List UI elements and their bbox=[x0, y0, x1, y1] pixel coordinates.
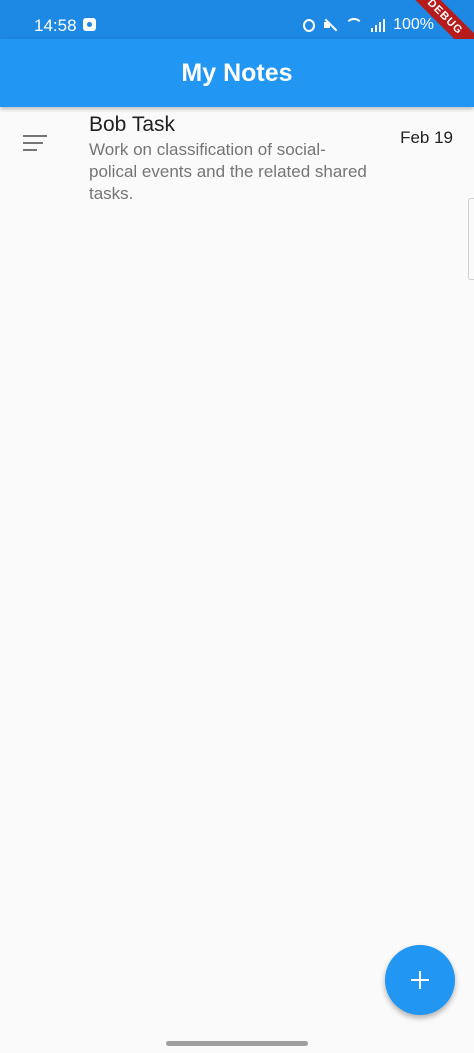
app-bar: My Notes bbox=[0, 39, 474, 107]
wifi-icon bbox=[345, 18, 364, 32]
home-indicator[interactable] bbox=[166, 1041, 308, 1046]
status-time: 14:58 bbox=[34, 16, 77, 35]
page-title: My Notes bbox=[181, 58, 293, 87]
battery-level: 100% bbox=[393, 16, 434, 33]
scrollbar[interactable] bbox=[468, 198, 474, 280]
add-note-button[interactable] bbox=[385, 945, 455, 1015]
status-bar: 14:58 100% DEBUG bbox=[0, 0, 474, 39]
notification-icon bbox=[83, 18, 96, 31]
mute-icon bbox=[323, 18, 337, 32]
note-description: Work on classification of social-polical… bbox=[89, 140, 367, 203]
note-date: Feb 19 bbox=[400, 128, 453, 147]
signal-icon bbox=[371, 18, 386, 32]
note-title: Bob Task bbox=[89, 113, 175, 136]
status-icons: 100% bbox=[303, 15, 434, 35]
notes-list-icon bbox=[23, 135, 47, 156]
alarm-icon bbox=[303, 18, 316, 32]
